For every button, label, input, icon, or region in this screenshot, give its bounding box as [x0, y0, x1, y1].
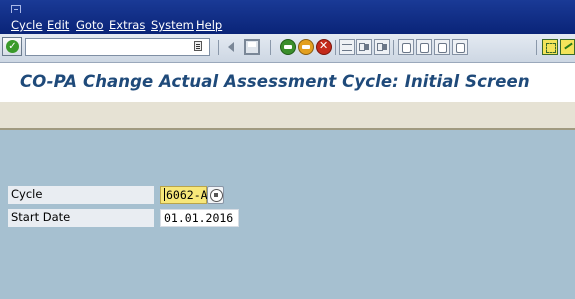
find-next-icon[interactable]	[374, 39, 390, 55]
toolbar-separator	[393, 40, 394, 55]
cycle-value: 6062-A	[166, 188, 208, 202]
page-title: CO-PA Change Actual Assessment Cycle: In…	[20, 72, 530, 91]
menu-goto[interactable]: Goto	[76, 18, 104, 32]
text-caret	[164, 188, 165, 201]
start-date-label: Start Date	[8, 209, 154, 227]
last-page-icon[interactable]	[452, 39, 468, 55]
command-field[interactable]	[25, 38, 210, 56]
standard-toolbar: ✓	[0, 34, 575, 63]
toolbar-separator	[536, 40, 537, 55]
exit-icon[interactable]	[298, 39, 314, 55]
checkmark-icon: ✓	[6, 40, 19, 53]
print-icon[interactable]	[339, 39, 355, 55]
menu-help[interactable]: Help	[196, 18, 222, 32]
title-bar: CO-PA Change Actual Assessment Cycle: In…	[0, 63, 575, 102]
toolbar-separator	[270, 40, 271, 55]
cycle-label: Cycle	[8, 186, 154, 204]
enter-button[interactable]: ✓	[2, 37, 22, 56]
toolbar-separator	[218, 40, 219, 55]
cycle-input[interactable]: 6062-A	[160, 186, 208, 204]
application-toolbar	[0, 102, 575, 130]
find-icon[interactable]	[356, 39, 372, 55]
previous-page-icon[interactable]	[416, 39, 432, 55]
save-icon[interactable]	[244, 39, 260, 55]
menu-extras[interactable]: Extras	[109, 18, 145, 32]
toolbar-separator	[335, 40, 336, 55]
first-page-icon[interactable]	[398, 39, 414, 55]
menu-edit[interactable]: Edit	[47, 18, 69, 32]
command-history-icon[interactable]	[194, 41, 202, 51]
menu-bar: Cycle Edit Goto Extras System Help	[0, 0, 575, 34]
generate-icon[interactable]	[560, 39, 575, 55]
start-date-input[interactable]: 01.01.2016	[160, 209, 239, 227]
system-menu-icon[interactable]	[11, 5, 21, 13]
search-help-button[interactable]	[207, 186, 224, 204]
menu-system[interactable]: System	[151, 18, 194, 32]
next-page-icon[interactable]	[434, 39, 450, 55]
nav-left-icon[interactable]	[228, 42, 234, 52]
search-help-icon	[210, 189, 223, 202]
cancel-icon[interactable]	[316, 39, 332, 55]
menu-cycle[interactable]: Cycle	[11, 18, 42, 32]
layout-icon[interactable]	[542, 39, 558, 55]
back-icon[interactable]	[280, 39, 296, 55]
